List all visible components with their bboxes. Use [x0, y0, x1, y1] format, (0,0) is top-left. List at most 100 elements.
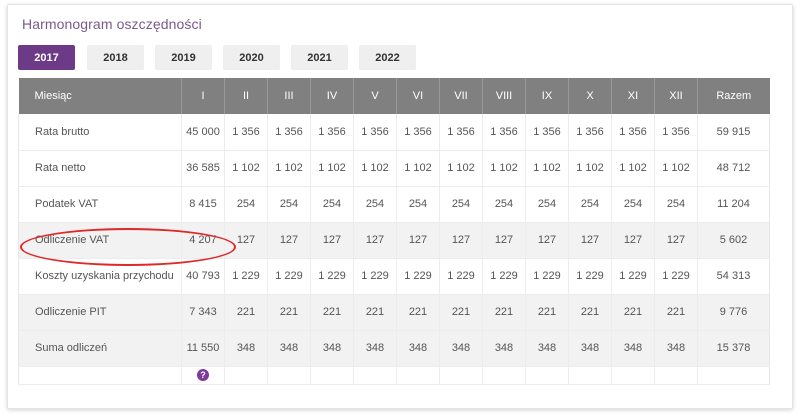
table-cell: 7 343 [181, 294, 225, 331]
row-label: Rata brutto [18, 114, 182, 151]
table-cell: 1 356 [611, 114, 655, 151]
footer-cell [353, 366, 397, 385]
table-cell: 1 356 [224, 114, 268, 151]
schedule-table: Miesiąc I II III IV V VI VII VIII IX X X… [18, 78, 770, 385]
table-row: Rata netto 36 585 1 102 1 102 1 102 1 102 1 10… [18, 150, 770, 187]
table-cell: 221 [568, 294, 612, 331]
table-cell: 254 [396, 186, 440, 223]
table-cell: 254 [568, 186, 612, 223]
table-footer-row: ? [18, 366, 770, 385]
table-cell: 221 [482, 294, 526, 331]
table-cell: 348 [353, 330, 397, 367]
table-cell: 348 [396, 330, 440, 367]
table-cell: 348 [482, 330, 526, 367]
table-cell: 1 229 [654, 258, 698, 295]
footer-cell [224, 366, 268, 385]
header-cell: Razem [697, 78, 770, 114]
header-cell: III [267, 78, 311, 114]
table-cell: 254 [525, 186, 569, 223]
table-cell: 36 585 [181, 150, 225, 187]
table-cell: 1 356 [568, 114, 612, 151]
table-cell: 54 313 [697, 258, 770, 295]
table-cell: 348 [224, 330, 268, 367]
header-cell: Miesiąc [18, 78, 182, 114]
table-cell: 254 [353, 186, 397, 223]
table-cell: 254 [611, 186, 655, 223]
table-cell: 48 712 [697, 150, 770, 187]
tab-2020[interactable]: 2020 [223, 45, 280, 70]
table-cell: 254 [310, 186, 354, 223]
header-cell: V [353, 78, 397, 114]
table-cell: 221 [353, 294, 397, 331]
table-cell: 127 [310, 222, 354, 259]
table-cell: 127 [525, 222, 569, 259]
footer-cell [18, 366, 182, 385]
tab-2021[interactable]: 2021 [291, 45, 348, 70]
table-cell: 348 [267, 330, 311, 367]
footer-cell [310, 366, 354, 385]
footer-cell: ? [181, 366, 225, 385]
header-cell: IV [310, 78, 354, 114]
table-cell: 1 102 [310, 150, 354, 187]
tab-2017[interactable]: 2017 [18, 45, 75, 70]
footer-cell [697, 366, 770, 385]
row-label: Odliczenie VAT [18, 222, 182, 259]
tab-2019[interactable]: 2019 [155, 45, 212, 70]
table-cell: 127 [396, 222, 440, 259]
table-cell: 254 [224, 186, 268, 223]
table-cell: 1 229 [224, 258, 268, 295]
panel-title: Harmonogram oszczędności [22, 16, 202, 32]
table-cell: 8 415 [181, 186, 225, 223]
table-cell: 11 550 [181, 330, 225, 367]
footer-cell [654, 366, 698, 385]
tab-2018[interactable]: 2018 [87, 45, 144, 70]
table-cell: 1 356 [396, 114, 440, 151]
table-cell: 254 [654, 186, 698, 223]
footer-cell [267, 366, 311, 385]
table-cell: 221 [224, 294, 268, 331]
table-cell: 221 [267, 294, 311, 331]
table-cell: 1 356 [310, 114, 354, 151]
header-cell: XI [611, 78, 655, 114]
table-cell: 1 102 [396, 150, 440, 187]
table-cell: 127 [267, 222, 311, 259]
table-cell: 9 776 [697, 294, 770, 331]
table-cell: 348 [525, 330, 569, 367]
table-cell: 15 378 [697, 330, 770, 367]
table-cell: 45 000 [181, 114, 225, 151]
table-header-row: Miesiąc I II III IV V VI VII VIII IX X X… [18, 78, 770, 114]
header-cell: II [224, 78, 268, 114]
tab-2022[interactable]: 2022 [359, 45, 416, 70]
row-label: Podatek VAT [18, 186, 182, 223]
header-cell: VII [439, 78, 483, 114]
table-row: Odliczenie PIT 7 343 221 221 221 221 221 221 221… [18, 294, 770, 331]
footer-cell [482, 366, 526, 385]
table-cell: 1 102 [654, 150, 698, 187]
table-cell: 127 [568, 222, 612, 259]
header-cell: X [568, 78, 612, 114]
footer-cell [568, 366, 612, 385]
table-row: Podatek VAT 8 415 254 254 254 254 254 254 254 254… [18, 186, 770, 223]
table-cell: 348 [439, 330, 483, 367]
header-cell: XII [654, 78, 698, 114]
table-row: Rata brutto 45 000 1 356 1 356 1 356 1 356 1 3… [18, 114, 770, 151]
table-cell: 1 102 [611, 150, 655, 187]
table-cell: 1 229 [353, 258, 397, 295]
header-cell: VIII [482, 78, 526, 114]
table-cell: 1 229 [525, 258, 569, 295]
table-cell: 127 [611, 222, 655, 259]
table-cell: 1 229 [439, 258, 483, 295]
table-cell: 127 [482, 222, 526, 259]
row-label: Koszty uzyskania przychodu [18, 258, 182, 295]
table-cell: 1 229 [310, 258, 354, 295]
table-cell: 254 [267, 186, 311, 223]
table-cell: 221 [611, 294, 655, 331]
table-cell: 221 [310, 294, 354, 331]
table-cell: 11 204 [697, 186, 770, 223]
table-cell: 348 [310, 330, 354, 367]
table-cell: 4 207 [181, 222, 225, 259]
help-icon[interactable]: ? [197, 369, 209, 381]
table-cell: 59 915 [697, 114, 770, 151]
table-cell: 348 [654, 330, 698, 367]
table-cell: 1 356 [267, 114, 311, 151]
